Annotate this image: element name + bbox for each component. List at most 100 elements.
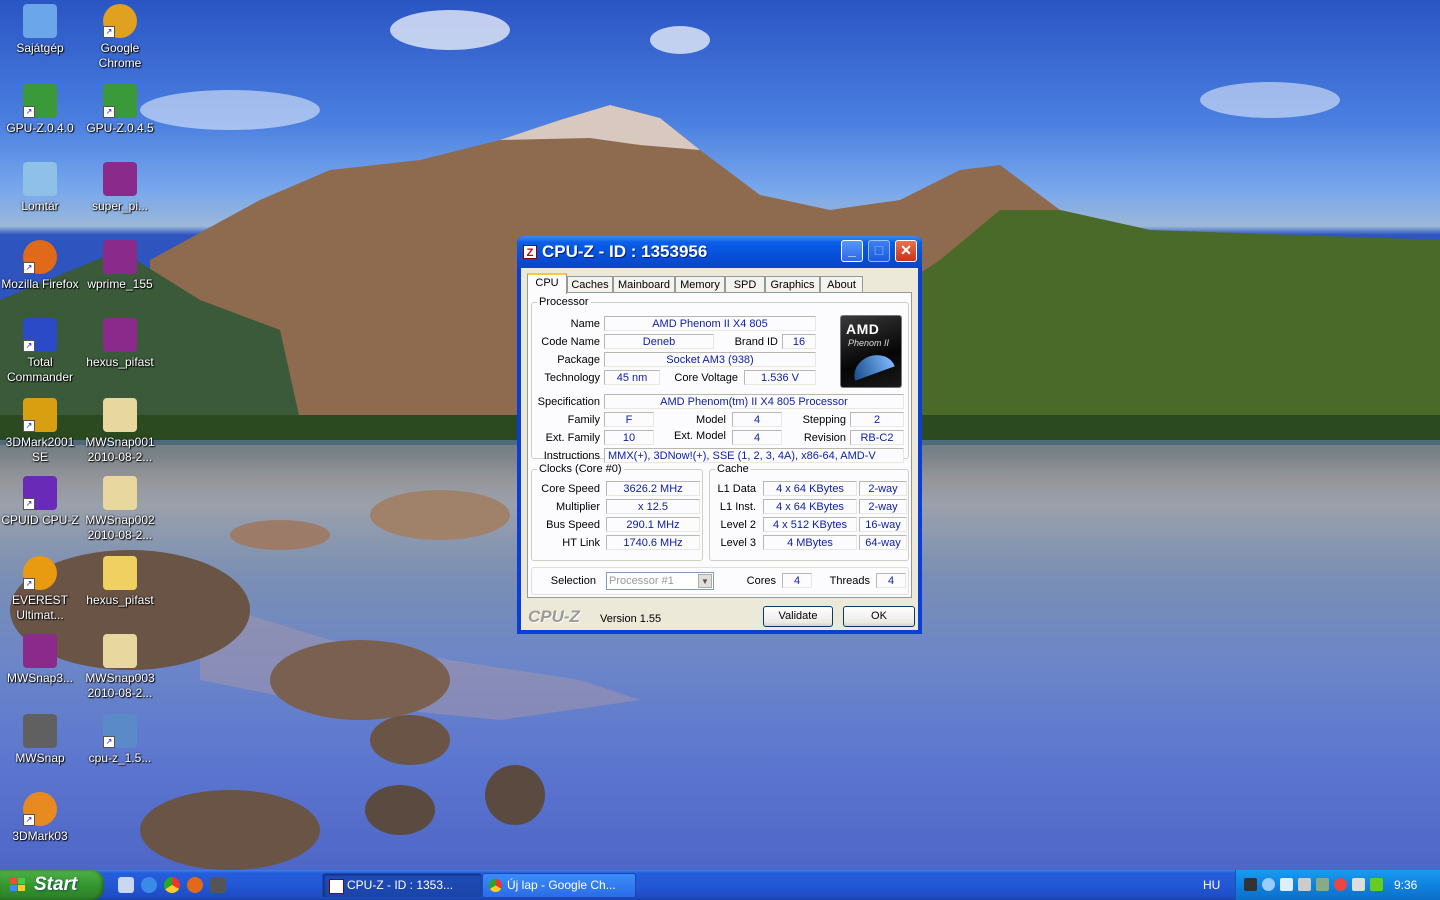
desktop-icon-label: Mozilla Firefox <box>1 277 79 291</box>
clocks-group-title: Clocks (Core #0) <box>537 463 624 475</box>
taskbar-button-cpuz[interactable]: CPU-Z - ID : 1353... <box>322 873 482 898</box>
cores-value: 4 <box>782 573 812 588</box>
show-desktop-icon[interactable] <box>118 877 134 893</box>
level2-value: 4 x 512 KBytes <box>763 517 857 532</box>
tab-caches[interactable]: Caches <box>567 276 613 293</box>
3dmark03-icon: ↗ <box>23 792 57 826</box>
desktop-icon-mwsnap001[interactable]: MWSnap001 2010-08-2... <box>80 398 160 465</box>
shortcut-arrow-icon: ↗ <box>103 736 115 748</box>
package-value: Socket AM3 (938) <box>604 352 816 367</box>
processor-group: Processor Name AMD Phenom II X4 805 Code… <box>531 296 909 463</box>
title-bar[interactable]: Z CPU-Z - ID : 1353956 _ □ ✕ <box>517 236 922 268</box>
specification-label: Specification <box>537 396 600 408</box>
name-label: Name <box>570 318 600 330</box>
desktop-icon-recycle-bin[interactable]: Lomtár <box>0 162 80 214</box>
close-button[interactable]: ✕ <box>895 240 917 262</box>
processor-select-value: Processor #1 <box>609 575 674 587</box>
desktop-icon-label: MWSnap002 2010-08-2... <box>85 513 155 542</box>
cpuz-window[interactable]: Z CPU-Z - ID : 1353956 _ □ ✕ CPU Caches … <box>517 236 922 634</box>
multiplier-label: Multiplier <box>555 501 600 513</box>
chrome-icon: ↗ <box>103 4 137 38</box>
desktop-icon-label: super_pi... <box>91 199 149 213</box>
winrar-archive-icon <box>103 318 137 352</box>
stepping-label: Stepping <box>802 414 846 426</box>
window-client-area: CPU Caches Mainboard Memory SPD Graphics… <box>521 268 918 630</box>
chevron-down-icon[interactable]: ▼ <box>698 574 712 588</box>
desktop-icon-super-pi[interactable]: super_pi... <box>80 162 160 214</box>
firefox-icon[interactable] <box>187 877 203 893</box>
language-indicator[interactable]: HU <box>1203 878 1220 892</box>
ok-button[interactable]: OK <box>843 606 915 627</box>
desktop-icon-my-computer[interactable]: Sajátgép <box>0 4 80 56</box>
shortcut-arrow-icon: ↗ <box>103 106 115 118</box>
family-value: F <box>604 412 654 427</box>
level2-assoc: 16-way <box>859 517 907 532</box>
gpuz-icon: ↗ <box>103 84 137 118</box>
model-label: Model <box>696 414 726 426</box>
level3-value: 4 MBytes <box>763 535 857 550</box>
code-name-value: Deneb <box>604 334 714 349</box>
tab-about[interactable]: About <box>820 276 863 293</box>
desktop-icon-label: Total Commander <box>6 355 74 384</box>
tab-mainboard[interactable]: Mainboard <box>613 276 675 293</box>
maximize-button[interactable]: □ <box>868 240 890 262</box>
minimize-button[interactable]: _ <box>841 240 863 262</box>
desktop-icon-cpuz[interactable]: ↗ CPUID CPU-Z <box>0 476 80 528</box>
camera-icon[interactable] <box>210 877 226 893</box>
cpuz-icon: ↗ <box>23 476 57 510</box>
safely-remove-hardware-icon[interactable] <box>1316 878 1329 891</box>
processor-select[interactable]: Processor #1 ▼ <box>606 572 714 590</box>
gpuz-icon: ↗ <box>23 84 57 118</box>
family-label: Family <box>567 414 600 426</box>
multiplier-value: x 12.5 <box>606 499 700 514</box>
clock: 9:36 <box>1394 878 1418 892</box>
chrome-icon <box>489 879 502 892</box>
security-center-icon[interactable] <box>1334 878 1347 891</box>
taskbar-button-chrome[interactable]: Új lap - Google Ch... <box>482 873 636 898</box>
desktop-icon-mwsnap[interactable]: MWSnap <box>0 714 80 766</box>
validate-button[interactable]: Validate <box>763 606 833 627</box>
desktop-icon-cpuz-installer[interactable]: ↗ cpu-z_1.5... <box>80 714 160 766</box>
windows-logo-icon <box>10 878 25 891</box>
speaker-icon[interactable] <box>1298 878 1311 891</box>
tab-cpu[interactable]: CPU <box>527 273 567 294</box>
bluetooth-icon[interactable] <box>1262 878 1275 891</box>
desktop-icon-total-commander[interactable]: ↗ Total Commander <box>0 318 80 385</box>
internet-explorer-icon[interactable] <box>141 877 157 893</box>
desktop-icon-gpuz-040[interactable]: ↗ GPU-Z.0.4.0 <box>0 84 80 136</box>
desktop-icon-hexus-pifast-archive[interactable]: hexus_pifast <box>80 318 160 370</box>
l1-data-assoc: 2-way <box>859 481 907 496</box>
volume-icon[interactable] <box>1352 878 1365 891</box>
desktop-icon-hexus-pifast-folder[interactable]: hexus_pifast <box>80 556 160 608</box>
instructions-label: Instructions <box>543 450 600 462</box>
desktop-icon-3dmark03[interactable]: ↗ 3DMark03 <box>0 792 80 844</box>
level3-label: Level 3 <box>720 537 756 549</box>
start-button[interactable]: Start <box>0 870 104 900</box>
desktop-icon-everest[interactable]: ↗ EVEREST Ultimat... <box>0 556 80 623</box>
window-title: CPU-Z - ID : 1353956 <box>542 242 708 261</box>
version-label: Version 1.55 <box>600 613 662 625</box>
cpuz-app-icon[interactable]: Z <box>523 245 537 259</box>
tab-memory[interactable]: Memory <box>675 276 725 293</box>
folder-icon <box>103 556 137 590</box>
chrome-icon[interactable] <box>164 877 180 893</box>
desktop-icon-mwsnap003[interactable]: MWSnap003 2010-08-2... <box>80 634 160 701</box>
desktop-icon-chrome[interactable]: ↗ Google Chrome <box>80 4 160 71</box>
nvidia-icon[interactable] <box>1370 878 1383 891</box>
floppy-disk-icon: ↗ <box>23 318 57 352</box>
tab-graphics[interactable]: Graphics <box>765 276 820 293</box>
desktop-icon-firefox[interactable]: ↗ Mozilla Firefox <box>0 240 80 292</box>
desktop-icon-3dmark2001[interactable]: ↗ 3DMark2001 SE <box>0 398 80 465</box>
monitor-icon[interactable] <box>1280 878 1293 891</box>
desktop-icon-gpuz-045[interactable]: ↗ GPU-Z.0.4.5 <box>80 84 160 136</box>
tab-spd[interactable]: SPD <box>725 276 765 293</box>
desktop-icon-wprime[interactable]: wprime_155 <box>80 240 160 292</box>
name-value: AMD Phenom II X4 805 <box>604 316 816 331</box>
network-icon[interactable] <box>1244 878 1257 891</box>
desktop-icon-mwsnap002[interactable]: MWSnap002 2010-08-2... <box>80 476 160 543</box>
shortcut-arrow-icon: ↗ <box>23 498 35 510</box>
desktop-icon-label: Google Chrome <box>98 41 142 70</box>
amd-phenom-logo: AMD Phenom II <box>840 315 902 388</box>
desktop-icon-mwsnap3[interactable]: MWSnap3... <box>0 634 80 686</box>
ext-model-value: 4 <box>732 430 782 445</box>
